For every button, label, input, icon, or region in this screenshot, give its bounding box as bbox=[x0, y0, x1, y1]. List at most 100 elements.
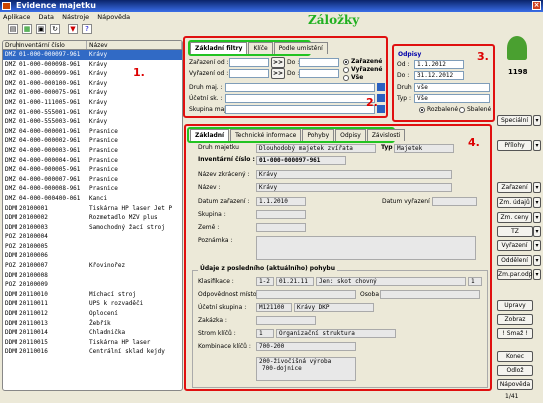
table-row[interactable]: DMZ 04-000-000004-961 Prasnice bbox=[3, 156, 182, 166]
menu-data[interactable]: Data bbox=[35, 13, 57, 21]
table-row[interactable]: DDMM20100001 Tiskárna HP laser Jet P bbox=[3, 204, 182, 214]
upravy-button[interactable]: Upravy bbox=[497, 300, 533, 311]
print-icon[interactable]: ▤ bbox=[8, 24, 18, 34]
save-icon[interactable]: ▣ bbox=[36, 24, 46, 34]
odloz-button[interactable]: Odlož bbox=[497, 365, 533, 376]
tab-pohyby[interactable]: Pohyby bbox=[302, 129, 335, 141]
vyrazeni-od-input[interactable] bbox=[229, 69, 269, 78]
arrow-button[interactable]: >> bbox=[271, 57, 285, 68]
table-row[interactable]: DMZ 01-000-111005-961 Krávy bbox=[3, 98, 182, 108]
table-row[interactable]: DMZ 04-000-000002-961 Prasnice bbox=[3, 136, 182, 146]
table-row[interactable]: DDMM20110010 Míchací stroj bbox=[3, 290, 182, 300]
tab-odpisy[interactable]: Odpisy bbox=[335, 129, 366, 141]
zobraz-button[interactable]: Zobraz bbox=[497, 314, 533, 325]
smaz-button[interactable]: ! Smaž ! bbox=[497, 328, 533, 339]
dropdown-arrow-icon[interactable]: ▾ bbox=[533, 115, 541, 126]
help-icon[interactable]: ? bbox=[82, 24, 92, 34]
prilohy-button[interactable]: Přílohy bbox=[497, 140, 532, 151]
table-row[interactable]: DMZ 01-000-555001-961 Krávy bbox=[3, 108, 182, 118]
table-row[interactable]: DMZ 01-000-000099-961 Krávy bbox=[3, 69, 182, 79]
dropdown-arrow-icon[interactable]: ▾ bbox=[533, 182, 541, 193]
export-icon[interactable]: ▦ bbox=[22, 24, 32, 34]
zm-par-odp-button[interactable]: Zm.par.odp bbox=[497, 269, 532, 280]
folder-icon[interactable] bbox=[377, 94, 385, 102]
table-row[interactable]: POZ 20100007 Křovinořez bbox=[3, 261, 182, 271]
dropdown-arrow-icon[interactable]: ▾ bbox=[533, 140, 541, 151]
table-row[interactable]: DMZ 01-000-000097-961 Krávy bbox=[3, 50, 182, 60]
table-row[interactable]: POZ 20100005 bbox=[3, 242, 182, 252]
odpisy-typ-select[interactable]: Vše bbox=[414, 94, 490, 103]
close-icon[interactable]: × bbox=[532, 1, 541, 10]
folder-icon[interactable] bbox=[377, 83, 385, 91]
table-row[interactable]: DDMM20110015 Tiskárna HP laser bbox=[3, 338, 182, 348]
odpisy-druh-select[interactable]: vše bbox=[414, 83, 490, 92]
specialni-button[interactable]: Speciální bbox=[497, 115, 532, 126]
table-row[interactable]: POZ 20100009 bbox=[3, 280, 182, 290]
dropdown-arrow-icon[interactable]: ▾ bbox=[533, 269, 541, 280]
table-row[interactable]: DMZ 04-000-000003-961 Prasnice bbox=[3, 146, 182, 156]
skupina-maj-input[interactable] bbox=[225, 105, 375, 114]
napoveda-button[interactable]: Nápověda bbox=[497, 379, 533, 390]
zm-ceny-button[interactable]: Zm. ceny bbox=[497, 212, 532, 223]
table-row[interactable]: DMZ 01-000-000075-961 Krávy bbox=[3, 88, 182, 98]
table-row[interactable]: DMZ 01-000-555003-961 Krávy bbox=[3, 117, 182, 127]
radio-vse[interactable] bbox=[343, 75, 349, 81]
tab-zakladni-filtry[interactable]: Základní filtry bbox=[190, 42, 248, 54]
radio-rozbalene[interactable] bbox=[419, 107, 425, 113]
table-row[interactable]: DDMM20100006 bbox=[3, 251, 182, 261]
dropdown-arrow-icon[interactable]: ▾ bbox=[533, 255, 541, 266]
konec-button[interactable]: Konec bbox=[497, 351, 533, 362]
col-druh[interactable]: Druh bbox=[3, 41, 20, 49]
dropdown-arrow-icon[interactable]: ▾ bbox=[533, 226, 541, 237]
filter-icon[interactable]: ▼ bbox=[68, 24, 78, 34]
menu-nastroje[interactable]: Nástroje bbox=[59, 13, 92, 21]
table-row[interactable]: DMZ 01-000-000098-961 Krávy bbox=[3, 60, 182, 70]
refresh-icon[interactable]: ↻ bbox=[50, 24, 60, 34]
oddeleni-button[interactable]: Oddělení bbox=[497, 255, 532, 266]
table-row[interactable]: DDMM20110013 Žebřík bbox=[3, 319, 182, 329]
menu-napoveda[interactable]: Nápověda bbox=[94, 13, 133, 21]
table-row[interactable]: DDMM20100002 Rozmetadlo MZV plus bbox=[3, 213, 182, 223]
folder-icon[interactable] bbox=[377, 105, 385, 113]
tab-klice[interactable]: Klíče bbox=[248, 42, 273, 54]
vyrazeni-do-input[interactable] bbox=[299, 69, 339, 78]
tab-podle-umisteni[interactable]: Podle umístění bbox=[273, 42, 328, 54]
vyrazeni-button[interactable]: Vyřazení bbox=[497, 240, 532, 251]
odpisy-do-input[interactable]: 31.12.2012 bbox=[414, 71, 464, 80]
menu-aplikace[interactable]: Aplikace bbox=[0, 13, 33, 21]
table-row[interactable]: DMZ 04-000-000005-961 Prasnice bbox=[3, 165, 182, 175]
table-row[interactable]: POZ 20100004 bbox=[3, 232, 182, 242]
dropdown-arrow-icon[interactable]: ▾ bbox=[533, 212, 541, 223]
ucetni-sk-input[interactable] bbox=[225, 94, 375, 103]
table-row[interactable]: DMZ 04-000-000400-061 Kanci bbox=[3, 194, 182, 204]
radio-sbalene[interactable] bbox=[459, 107, 465, 113]
dropdown-arrow-icon[interactable]: ▾ bbox=[533, 197, 541, 208]
table-row[interactable]: DDMM20110012 Oplocení bbox=[3, 309, 182, 319]
table-row[interactable]: DDMM20110014 Chladnička bbox=[3, 328, 182, 338]
radio-zarazene[interactable] bbox=[343, 59, 349, 65]
zarazeni-do-input[interactable] bbox=[299, 58, 339, 67]
asset-list[interactable]: Druh Inventární číslo Název DMZ 01-000-00… bbox=[2, 40, 183, 391]
col-nazev[interactable]: Název bbox=[87, 41, 182, 49]
zarazeni-od-input[interactable] bbox=[229, 58, 269, 67]
radio-vyrazene[interactable] bbox=[343, 67, 349, 73]
table-row[interactable]: DMZ 04-000-000008-961 Prasnice bbox=[3, 184, 182, 194]
table-row[interactable]: DMZ 04-000-000001-961 Prasnice bbox=[3, 127, 182, 137]
tab-technicke-informace[interactable]: Technické informace bbox=[230, 129, 302, 141]
tab-zakladni[interactable]: Základní bbox=[190, 129, 230, 141]
tz-button[interactable]: TZ bbox=[497, 226, 533, 237]
arrow-button[interactable]: >> bbox=[271, 68, 285, 79]
table-row[interactable]: DDMM20100003 Samochodný žací stroj bbox=[3, 223, 182, 233]
dropdown-arrow-icon[interactable]: ▾ bbox=[533, 240, 541, 251]
table-row[interactable]: DMZ 01-000-000100-961 Krávy bbox=[3, 79, 182, 89]
druh-maj-input[interactable] bbox=[225, 83, 375, 92]
table-row[interactable]: DDMM20110011 UPS k rozvaděči bbox=[3, 299, 182, 309]
table-row[interactable]: DDMM20110016 Centrální sklad kejdy bbox=[3, 347, 182, 357]
odpisy-od-input[interactable]: 1.1.2012 bbox=[414, 60, 464, 69]
zarazeni-button[interactable]: Zařazení bbox=[497, 182, 532, 193]
col-inv[interactable]: Inventární číslo bbox=[17, 41, 87, 49]
zm-udaju-button[interactable]: Zm. údajů bbox=[497, 197, 532, 208]
tab-zavislosti[interactable]: Závislosti bbox=[366, 129, 406, 141]
table-row[interactable]: DMZ 04-000-000007-961 Prasnice bbox=[3, 175, 182, 185]
table-row[interactable]: DDMM20100008 bbox=[3, 271, 182, 281]
